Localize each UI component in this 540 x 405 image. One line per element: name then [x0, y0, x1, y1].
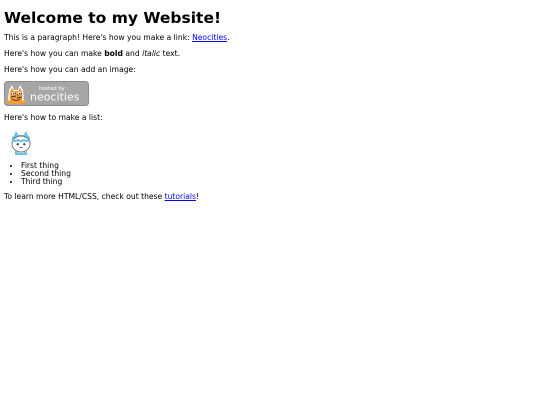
learn-more-text: To learn more HTML/CSS, check out these — [4, 192, 165, 201]
format-text-and: and — [122, 49, 143, 58]
learn-more-paragraph: To learn more HTML/CSS, check out these … — [4, 192, 536, 201]
formatting-paragraph: Here's how you can make bold and italic … — [4, 49, 536, 58]
sample-list: First thing Second thing Third thing — [4, 162, 536, 186]
blue-kitty-icon — [11, 131, 31, 155]
page-title: Welcome to my Website! — [4, 9, 222, 27]
intro-paragraph: This is a paragraph! Here's how you make… — [4, 33, 536, 42]
list-item: Second thing — [21, 170, 536, 178]
tutorials-link[interactable]: tutorials — [165, 192, 196, 201]
image-label: Here's how you can add an image: — [4, 65, 136, 74]
page: Welcome to my Website! This is a paragra… — [0, 9, 540, 405]
bold-text: bold — [104, 49, 123, 58]
hosted-by-neocities-badge: hosted by neocities — [4, 81, 89, 106]
intro-period: . — [227, 33, 230, 42]
list-item: First thing — [21, 162, 536, 170]
badge-brand-label: neocities — [30, 91, 80, 104]
learn-more-end: ! — [195, 192, 200, 201]
neocities-link[interactable]: Neocities — [192, 33, 227, 42]
list-item: Third thing — [21, 178, 536, 186]
list-label: Here's how to make a list: — [4, 113, 103, 122]
italic-text: italic — [142, 49, 161, 58]
format-text-start: Here's how you can make — [4, 49, 105, 58]
intro-text: This is a paragraph! Here's how you make… — [4, 33, 193, 42]
format-text-end: text. — [160, 49, 181, 58]
